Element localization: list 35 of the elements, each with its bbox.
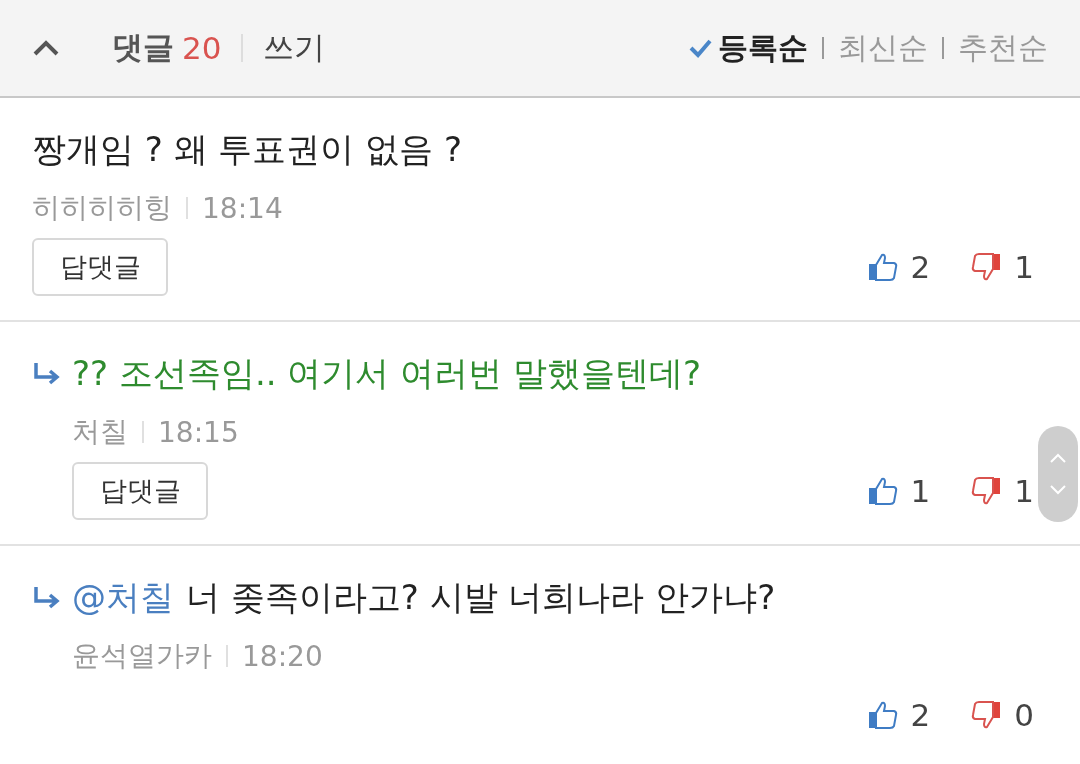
collapse-button[interactable] bbox=[32, 39, 60, 57]
thumbs-up-icon bbox=[866, 476, 899, 506]
comment-text: 너 좆족이라고? 시발 너희나라 안가냐? bbox=[186, 576, 776, 619]
like-button[interactable]: 2 bbox=[866, 697, 931, 733]
thumbs-down-icon bbox=[970, 252, 1003, 282]
thumbs-down-icon bbox=[970, 476, 1003, 506]
reply-arrow-icon bbox=[32, 585, 62, 611]
check-icon bbox=[688, 38, 712, 58]
reply-button[interactable]: 답댓글 bbox=[32, 238, 168, 296]
write-link[interactable]: 쓰기 bbox=[263, 27, 326, 69]
thumbs-up-icon bbox=[866, 252, 899, 282]
reply-arrow-icon bbox=[32, 361, 62, 387]
chevron-down-icon bbox=[1048, 484, 1068, 496]
thumbs-down-icon bbox=[970, 700, 1003, 730]
comment-count: 20 bbox=[182, 30, 222, 66]
sort-option[interactable]: 등록순 bbox=[688, 27, 808, 69]
like-button[interactable]: 2 bbox=[866, 249, 931, 285]
mention-link[interactable]: @처칠 bbox=[72, 575, 174, 621]
comment-text: 짱개임 ? 왜 투표권이 없음 ? bbox=[32, 128, 463, 171]
dislike-button[interactable]: 1 bbox=[970, 473, 1034, 509]
like-button[interactable]: 1 bbox=[866, 473, 931, 509]
comment-author: 처칠 bbox=[72, 414, 128, 450]
comment-text: ?? 조선족임.. 여기서 여러번 말했을텐데? bbox=[72, 352, 701, 395]
dislike-button[interactable]: 0 bbox=[970, 697, 1034, 733]
comment-author: 히히히히힝 bbox=[32, 190, 172, 226]
comment-time: 18:14 bbox=[202, 191, 283, 225]
chevron-up-icon bbox=[32, 39, 60, 57]
reply-button[interactable]: 답댓글 bbox=[72, 462, 208, 520]
chevron-up-icon bbox=[1048, 452, 1068, 464]
dislike-button[interactable]: 1 bbox=[970, 249, 1034, 285]
comment-time: 18:15 bbox=[158, 415, 239, 449]
thumbs-up-icon bbox=[866, 700, 899, 730]
comment-time: 18:20 bbox=[242, 639, 323, 673]
comments-label: 댓글 bbox=[112, 28, 174, 67]
comment-author: 윤석열가카 bbox=[72, 638, 212, 674]
